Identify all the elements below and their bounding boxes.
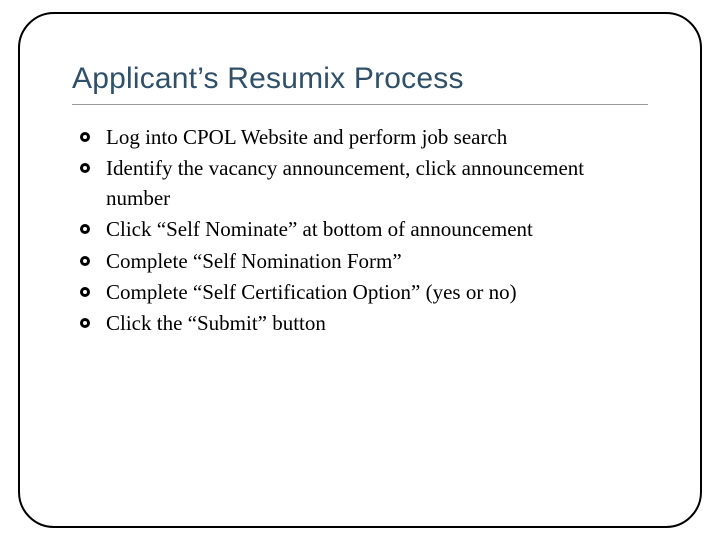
bullet-text: Complete “Self Certification Option” (ye… xyxy=(106,280,517,304)
bullet-text: Log into CPOL Website and perform job se… xyxy=(106,125,507,149)
bullet-text: Identify the vacancy announcement, click… xyxy=(106,156,584,209)
list-item: Complete “Self Nomination Form” xyxy=(80,247,648,276)
bullet-text: Click the “Submit” button xyxy=(106,311,326,335)
list-item: Log into CPOL Website and perform job se… xyxy=(80,123,648,152)
bullet-text: Click “Self Nominate” at bottom of annou… xyxy=(106,217,533,241)
bullet-text: Complete “Self Nomination Form” xyxy=(106,249,402,273)
list-item: Click “Self Nominate” at bottom of annou… xyxy=(80,215,648,244)
list-item: Complete “Self Certification Option” (ye… xyxy=(80,278,648,307)
title-underline xyxy=(72,104,648,105)
list-item: Identify the vacancy announcement, click… xyxy=(80,154,648,213)
slide-frame: Applicant’s Resumix Process Log into CPO… xyxy=(18,12,702,528)
list-item: Click the “Submit” button xyxy=(80,309,648,338)
slide-title: Applicant’s Resumix Process xyxy=(72,62,648,96)
bullet-list: Log into CPOL Website and perform job se… xyxy=(72,123,648,339)
